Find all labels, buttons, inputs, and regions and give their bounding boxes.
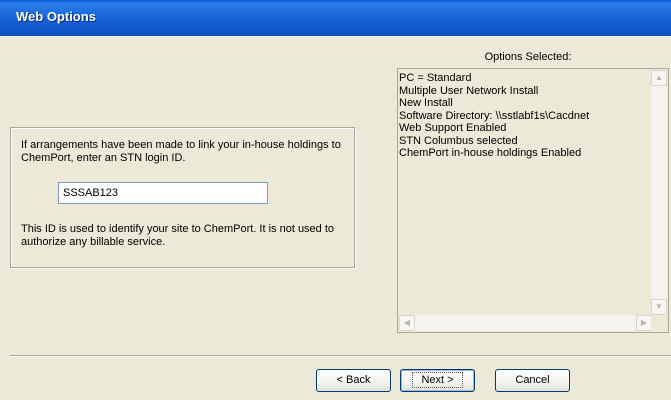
scroll-right-arrow-icon[interactable]: ▶: [636, 315, 652, 331]
option-item: Software Directory: \\sstlabf1s\Cacdnet: [399, 109, 590, 122]
cancel-button[interactable]: Cancel: [495, 369, 570, 392]
back-button[interactable]: < Back: [316, 369, 391, 392]
next-button[interactable]: Next >: [400, 369, 475, 392]
horizontal-scrollbar[interactable]: ◀ ▶: [399, 315, 652, 331]
options-lines: PC = Standard Multiple User Network Inst…: [399, 72, 649, 160]
scroll-up-arrow-icon[interactable]: ▲: [651, 70, 667, 86]
scroll-left-arrow-icon[interactable]: ◀: [399, 315, 415, 331]
option-item: Web Support Enabled: [399, 122, 507, 134]
option-item: PC = Standard: [399, 72, 472, 84]
cancel-button-label: Cancel: [515, 374, 550, 386]
options-selected-label: Options Selected:: [484, 51, 572, 63]
option-item: Multiple User Network Install: [399, 84, 539, 97]
window-title: Web Options: [16, 9, 96, 24]
login-id-group: If arrangements have been made to link y…: [10, 127, 355, 268]
option-item: New Install: [399, 97, 453, 109]
back-button-label: < Back: [336, 374, 371, 386]
vertical-scrollbar[interactable]: ▲ ▼: [651, 70, 667, 315]
footer-separator: [10, 355, 671, 357]
login-id-note: This ID is used to identify your site to…: [21, 223, 335, 248]
next-button-label: Next >: [412, 372, 463, 388]
options-selected-list[interactable]: PC = Standard Multiple User Network Inst…: [397, 68, 669, 333]
title-bar[interactable]: Web Options: [0, 0, 671, 36]
stn-login-id-input[interactable]: [58, 182, 268, 204]
option-item: STN Columbus selected: [399, 134, 518, 147]
option-item: ChemPort in-house holdings Enabled: [399, 147, 582, 159]
login-instructions: If arrangements have been made to link y…: [21, 139, 341, 164]
scrollbar-corner: [651, 315, 667, 331]
web-options-dialog: Web Options If arrangements have been ma…: [0, 0, 671, 400]
scroll-down-arrow-icon[interactable]: ▼: [651, 299, 667, 315]
